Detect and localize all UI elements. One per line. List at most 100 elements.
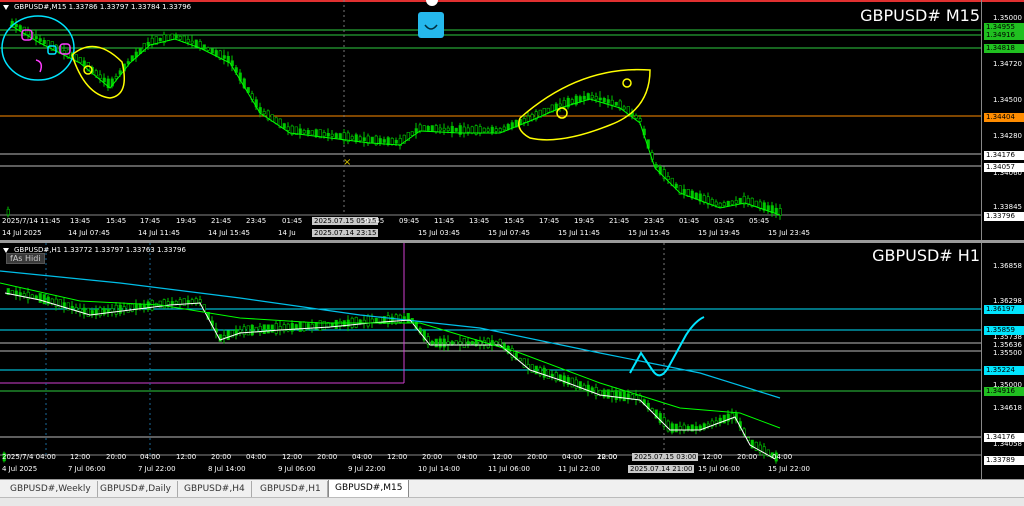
time-label: 2025/7/14 11:45: [2, 217, 61, 225]
time-label: 15 Jul 22:00: [768, 465, 810, 473]
candle-body: [326, 133, 330, 137]
time-label: 14 Jul 07:45: [68, 229, 110, 237]
candle-body: [378, 138, 382, 144]
time-label: 9 Jul 06:00: [278, 465, 316, 473]
candle-body: [418, 124, 422, 132]
candle-body: [746, 197, 750, 205]
time-label: 23:45: [246, 217, 267, 225]
candle-body: [498, 128, 502, 132]
candle-body: [622, 106, 626, 110]
candle-body: [454, 127, 458, 132]
time-label: 04:00: [457, 453, 478, 461]
time-label: 11 Jul 22:00: [558, 465, 600, 473]
candle-body: [34, 36, 38, 40]
candle-body: [550, 373, 554, 377]
candle-body: [102, 77, 106, 83]
chart-tabs-bar: GBPUSD#,Weekly GBPUSD#,Daily GBPUSD#,H4 …: [0, 479, 1024, 498]
candle-body: [546, 369, 550, 379]
time-label: 12:00: [176, 453, 197, 461]
time-label: 01:45: [679, 217, 700, 225]
last-price-tag: 1.33789: [984, 456, 1024, 465]
time-label: 12:00: [702, 453, 723, 461]
price-label: 1.34720: [993, 60, 1022, 68]
tab-weekly[interactable]: GBPUSD#,Weekly: [4, 481, 98, 497]
candle-body: [162, 299, 166, 309]
candle-body: [394, 139, 398, 144]
candle-body: [466, 341, 470, 345]
candle-body: [166, 34, 170, 41]
candle-body: [186, 300, 190, 304]
candle-body: [382, 139, 386, 143]
cyan-moving-average-line: [0, 270, 781, 399]
candle-body: [682, 189, 686, 194]
candle-body: [678, 426, 682, 430]
price-label: 1.35000: [993, 14, 1022, 22]
time-label: 14 Ju: [278, 229, 296, 237]
orange-line-tag: 1.34404: [984, 113, 1024, 122]
candle-body: [18, 292, 22, 296]
time-label: 17:45: [140, 217, 161, 225]
candle-body: [734, 200, 738, 204]
candle-body: [410, 131, 414, 136]
candle-body: [222, 55, 226, 59]
time-label: 2025.07.14 21:00: [628, 465, 695, 473]
candle-body: [570, 99, 574, 104]
candle-body: [26, 30, 30, 35]
candle-body: [694, 426, 698, 430]
time-label: 12:00: [492, 453, 513, 461]
price-label: 1.33845: [993, 203, 1022, 211]
candle-body: [366, 316, 370, 327]
candle-body: [190, 40, 194, 44]
candle-body: [334, 133, 338, 139]
tab-h4[interactable]: GBPUSD#,H4: [178, 481, 252, 497]
tab-daily[interactable]: GBPUSD#,Daily: [94, 481, 178, 497]
white-line-tag: 1.34057: [984, 163, 1024, 172]
candle-body: [530, 114, 534, 121]
candle-body: [466, 127, 470, 133]
tab-h1[interactable]: GBPUSD#,H1: [254, 481, 328, 497]
green-line-tag: 1.34916: [984, 387, 1024, 396]
candle-body: [42, 40, 46, 44]
time-label: 01:45: [282, 217, 303, 225]
m15-price-scale[interactable]: 1.35000 1.34720 1.34500 1.34280 1.34060 …: [981, 0, 1024, 240]
candle-body: [738, 197, 742, 205]
candle-body: [510, 122, 514, 129]
indicator-label[interactable]: fAs Hidi: [6, 253, 45, 264]
candle-body: [310, 323, 314, 329]
candle-body: [526, 115, 530, 122]
candle-body: [442, 127, 446, 131]
time-label: 20:00: [597, 453, 618, 461]
time-label: 12:00: [70, 453, 91, 461]
chart-menu-arrow-icon[interactable]: [3, 5, 9, 10]
candle-body: [226, 55, 230, 63]
candle-body: [146, 301, 150, 310]
time-label: 05:45: [749, 217, 770, 225]
candle-body: [202, 44, 206, 50]
candle-body: [238, 329, 242, 333]
candle-body: [462, 126, 466, 134]
time-label: 11 Jul 06:00: [488, 465, 530, 473]
candle-body: [442, 338, 446, 348]
candle-body: [98, 74, 102, 79]
candle-body: [722, 414, 726, 424]
candle-body: [118, 304, 122, 314]
m15-chart-pane[interactable]: × GBPUSD#,M15 1.33786 1.33797 1.33784 1.…: [0, 0, 1024, 240]
time-label: 04:00: [352, 453, 373, 461]
tab-m15[interactable]: GBPUSD#,M15: [328, 480, 410, 498]
candle-body: [570, 377, 574, 388]
time-label: 23:45: [644, 217, 665, 225]
time-label: 20:00: [737, 453, 758, 461]
candle-body: [714, 201, 718, 206]
time-label: 04:00: [562, 453, 583, 461]
candle-body: [430, 125, 434, 132]
candle-body: [82, 60, 86, 67]
price-label: 1.34618: [993, 404, 1022, 412]
m15-chart-title: GBPUSD# M15: [860, 6, 980, 25]
candle-body: [246, 325, 250, 336]
candle-body: [322, 320, 326, 330]
candle-body: [298, 128, 302, 135]
expert-advisor-smile-icon[interactable]: [418, 12, 444, 38]
h1-chart-pane[interactable]: GBPUSD#,H1 1.33772 1.33797 1.33763 1.337…: [0, 243, 1024, 479]
h1-price-scale[interactable]: 1.36858 1.36298 1.35738 1.35636 1.35500 …: [981, 243, 1024, 479]
candle-body: [330, 133, 334, 137]
